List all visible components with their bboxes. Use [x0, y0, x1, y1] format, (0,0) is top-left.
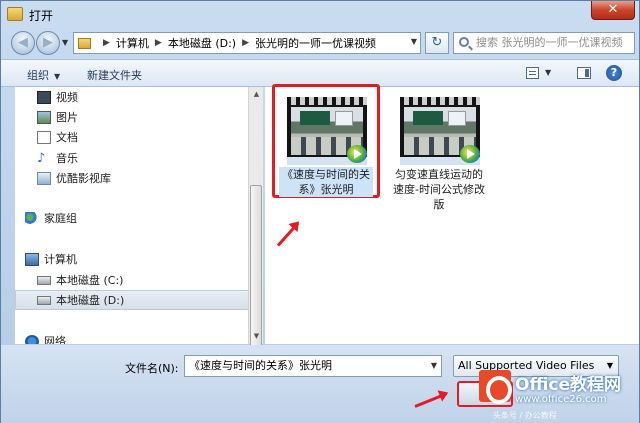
- breadcrumb-computer[interactable]: 计算机: [116, 35, 149, 51]
- chevron-down-icon[interactable]: ▼: [545, 68, 551, 77]
- nav-item-disk-c[interactable]: 本地磁盘 (C:): [37, 270, 263, 290]
- filename-input[interactable]: 《速度与时间的关系》张光明 ▼: [184, 355, 442, 377]
- nav-item-network[interactable]: 网络: [25, 331, 259, 344]
- nav-item-label: 优酷影视库: [56, 172, 111, 185]
- chevron-down-icon[interactable]: ▼: [411, 37, 417, 46]
- projector-screen: [335, 111, 353, 126]
- open-button[interactable]: 打: [457, 381, 513, 407]
- film-strip-top: [287, 97, 367, 105]
- folder-icon: [78, 37, 91, 49]
- organize-label: 组织: [27, 69, 49, 82]
- nav-item-computer[interactable]: 计算机: [25, 249, 259, 269]
- disk-icon: [37, 275, 51, 285]
- folder-icon: [7, 7, 23, 21]
- file-list: 《速度与时间的关系》张光明 匀变速直线运动的速度-时间公式修改版: [265, 84, 639, 344]
- chevron-down-icon: ▼: [606, 361, 613, 370]
- media-player-badge-icon: [347, 145, 367, 163]
- file-item-uniform-acceleration[interactable]: 匀变速直线运动的速度-时间公式修改版: [392, 93, 486, 211]
- address-row: ◀ ▶ ▼ ▶ 计算机 ▶ 本地磁盘 (D:) ▶ 张光明的一师一优课视频 ▼ …: [1, 29, 639, 57]
- preview-pane-icon[interactable]: [577, 67, 591, 79]
- nav-item-homegroup[interactable]: 家庭组: [25, 208, 259, 228]
- scroll-down-icon[interactable]: ▼: [249, 329, 264, 344]
- picture-library-icon: [37, 110, 51, 124]
- nav-item-music[interactable]: ♪ 音乐: [37, 148, 263, 168]
- video-library-icon: [37, 90, 51, 104]
- search-placeholder: 搜索 张光明的一师一优课视频: [476, 36, 623, 49]
- disk-icon: [37, 295, 51, 305]
- music-library-icon: ♪: [37, 150, 46, 166]
- scroll-up-icon[interactable]: ▲: [249, 87, 264, 102]
- navigation-pane: 视频 图片 文档 ♪ 音乐 优酷影视库 家庭组 计算机 本地磁盘 (C:) 本地…: [15, 87, 263, 344]
- blackboard: [413, 111, 443, 125]
- file-item-speed-time-relation[interactable]: 《速度与时间的关系》张光明: [279, 93, 373, 209]
- file-name: 匀变速直线运动的速度-时间公式修改版: [393, 168, 485, 211]
- nav-item-documents[interactable]: 文档: [37, 127, 263, 147]
- homegroup-icon: [25, 211, 39, 225]
- nav-item-label: 家庭组: [44, 212, 77, 225]
- close-button[interactable]: ✕: [591, 1, 635, 20]
- nav-item-label: 本地磁盘 (D:): [56, 294, 125, 307]
- new-folder-button[interactable]: 新建文件夹: [87, 67, 142, 83]
- help-icon[interactable]: ?: [606, 65, 622, 81]
- forward-button[interactable]: ▶: [36, 31, 60, 55]
- window-title: 打开: [29, 9, 54, 23]
- nav-item-videos[interactable]: 视频: [37, 87, 263, 107]
- back-button[interactable]: ◀: [11, 31, 35, 55]
- search-input[interactable]: 搜索 张光明的一师一优课视频: [453, 32, 635, 54]
- recent-pages-dropdown-icon[interactable]: ▼: [62, 38, 68, 47]
- chevron-right-icon[interactable]: ▶: [242, 38, 249, 48]
- breadcrumb-current-folder[interactable]: 张光明的一师一优课视频: [255, 35, 376, 51]
- navigation-scrollbar[interactable]: ▲ ▼: [248, 87, 264, 381]
- chevron-right-icon[interactable]: ▶: [155, 38, 162, 48]
- nav-item-disk-d[interactable]: 本地磁盘 (D:): [15, 290, 249, 310]
- computer-icon: [25, 252, 39, 266]
- document-library-icon: [37, 130, 51, 144]
- search-icon: [459, 37, 469, 47]
- nav-item-label: 网络: [44, 335, 66, 344]
- nav-item-label: 音乐: [56, 152, 78, 165]
- media-player-badge-icon: [460, 145, 480, 163]
- nav-item-label: 图片: [56, 111, 78, 124]
- chevron-right-icon[interactable]: ▶: [103, 38, 110, 48]
- film-strip-top: [400, 97, 480, 105]
- file-type-value: All Supported Video Files: [458, 359, 595, 372]
- filename-label: 文件名(N):: [125, 362, 179, 375]
- library-icon: [37, 171, 51, 185]
- nav-item-label: 文档: [56, 131, 78, 144]
- chevron-down-icon: ▼: [54, 72, 61, 81]
- address-bar[interactable]: ▶ 计算机 ▶ 本地磁盘 (D:) ▶ 张光明的一师一优课视频 ▼: [73, 32, 421, 54]
- nav-item-pictures[interactable]: 图片: [37, 107, 263, 127]
- organize-button[interactable]: 组织 ▼: [27, 67, 60, 83]
- filename-value: 《速度与时间的关系》张光明: [189, 359, 332, 372]
- network-icon: [25, 334, 39, 344]
- file-type-select[interactable]: All Supported Video Files ▼: [453, 355, 619, 377]
- open-file-dialog: 打开 ✕ ◀ ▶ ▼ ▶ 计算机 ▶ 本地磁盘 (D:) ▶ 张光明的一师一优课…: [0, 0, 640, 423]
- title-bar: 打开 ✕: [1, 1, 639, 29]
- breadcrumb-disk-d[interactable]: 本地磁盘 (D:): [168, 35, 236, 51]
- file-input-area: 文件名(N): 《速度与时间的关系》张光明 ▼ All Supported Vi…: [1, 345, 639, 423]
- nav-item-youku-library[interactable]: 优酷影视库: [37, 168, 263, 188]
- file-name: 《速度与时间的关系》张光明: [279, 167, 373, 197]
- command-bar: 组织 ▼ 新建文件夹 ▼ ?: [1, 59, 639, 87]
- projector-screen: [448, 111, 466, 126]
- nav-item-label: 视频: [56, 91, 78, 104]
- blackboard: [300, 111, 330, 125]
- refresh-button[interactable]: ↻: [425, 32, 449, 54]
- change-view-icon[interactable]: [526, 67, 539, 79]
- chevron-down-icon[interactable]: ▼: [431, 356, 437, 376]
- nav-item-label: 计算机: [44, 253, 77, 266]
- nav-item-label: 本地磁盘 (C:): [56, 274, 124, 287]
